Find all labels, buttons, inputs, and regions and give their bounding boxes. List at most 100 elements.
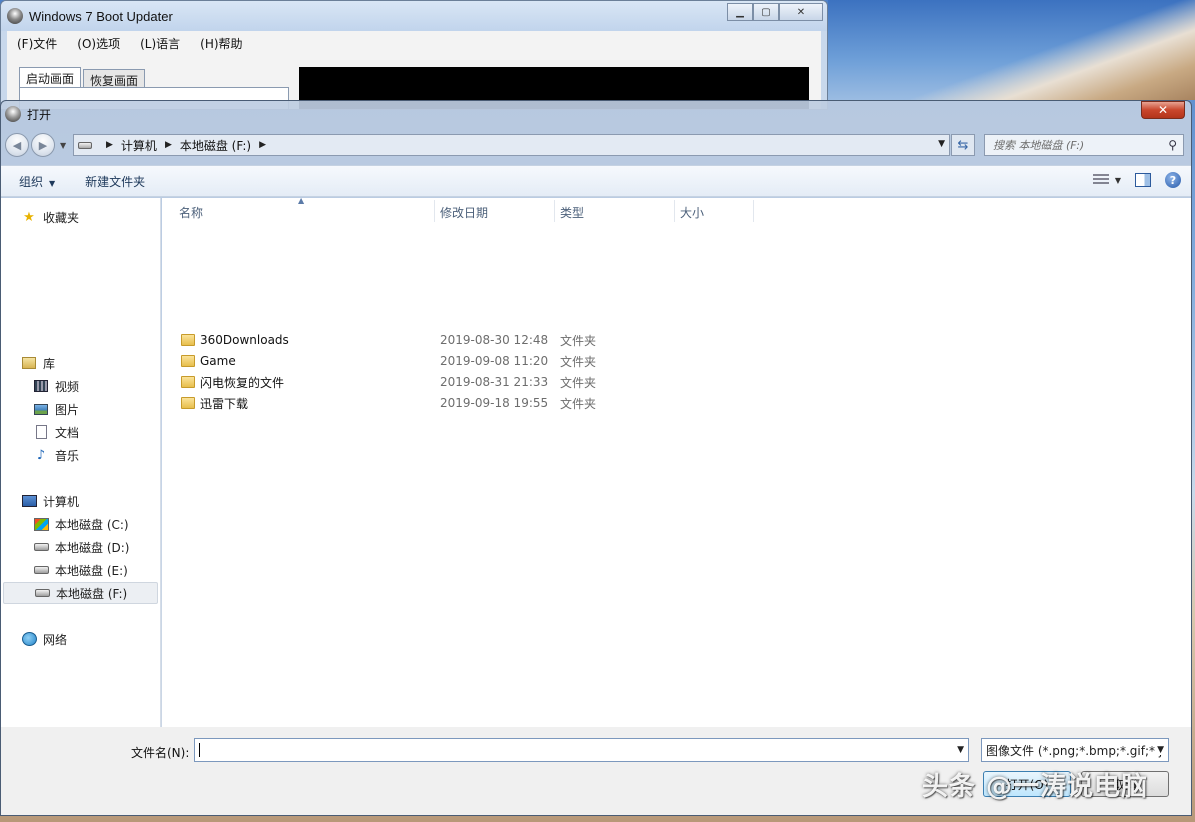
- close-button[interactable]: ✕: [779, 3, 823, 21]
- minimize-button[interactable]: ▁: [727, 3, 753, 21]
- nav-drive-f-label: 本地磁盘 (F:): [56, 586, 128, 601]
- breadcrumb-drive-f[interactable]: 本地磁盘 (F:): [180, 137, 251, 154]
- document-icon: [33, 424, 49, 440]
- nav-pictures[interactable]: 图片: [33, 399, 79, 419]
- nav-network-label: 网络: [43, 632, 68, 647]
- column-name[interactable]: 名称: [179, 204, 203, 221]
- breadcrumb-computer[interactable]: 计算机: [121, 137, 157, 154]
- forward-button[interactable]: ▶: [31, 133, 55, 157]
- file-type: 文件夹: [560, 354, 597, 369]
- nav-documents[interactable]: 文档: [33, 422, 79, 442]
- back-button[interactable]: ◀: [5, 133, 29, 157]
- app-icon: [7, 8, 23, 24]
- file-list: 名称 ▲ 修改日期 类型 大小 360Downloads 2019-08-30 …: [162, 196, 1191, 727]
- nav-drive-f[interactable]: 本地磁盘 (F:): [3, 582, 158, 604]
- nav-computer[interactable]: 计算机: [21, 491, 79, 511]
- column-separator[interactable]: [674, 200, 675, 222]
- address-dropdown[interactable]: ▼: [938, 139, 945, 149]
- nav-libraries[interactable]: 库: [21, 353, 55, 373]
- column-type[interactable]: 类型: [560, 204, 584, 221]
- preview-pane-icon[interactable]: [1135, 173, 1151, 187]
- column-header: 名称 ▲ 修改日期 类型 大小: [162, 196, 1191, 224]
- chevron-down-icon[interactable]: ▼: [957, 745, 964, 755]
- menu-options[interactable]: (O)选项: [77, 35, 120, 52]
- dialog-title: 打开: [27, 107, 52, 122]
- help-icon[interactable]: ?: [1165, 172, 1181, 188]
- search-input[interactable]: 搜索 本地磁盘 (F:) ⚲: [984, 134, 1184, 156]
- file-date: 2019-08-30 12:48: [440, 333, 549, 347]
- breadcrumb-separator[interactable]: ▶: [259, 140, 266, 150]
- file-type-filter-value: 图像文件 (*.png;*.bmp;*.gif;*.j: [986, 743, 1163, 758]
- dialog-titlebar[interactable]: 打开: [1, 101, 1191, 127]
- file-date: 2019-09-18 19:55: [440, 396, 549, 410]
- nav-network[interactable]: 网络: [21, 629, 67, 649]
- star-icon: ★: [23, 209, 35, 225]
- bg-app-title: Windows 7 Boot Updater: [29, 8, 173, 24]
- nav-pictures-label: 图片: [55, 402, 80, 417]
- file-type-filter[interactable]: 图像文件 (*.png;*.bmp;*.gif;*.j ▼: [981, 738, 1169, 762]
- folder-icon: [181, 397, 195, 409]
- nav-drive-e-label: 本地磁盘 (E:): [55, 563, 128, 578]
- nav-favorites[interactable]: ★ 收藏夹: [21, 207, 79, 227]
- drive-icon: [33, 539, 49, 555]
- chevron-down-icon[interactable]: ▼: [1155, 745, 1164, 755]
- maximize-button[interactable]: ▢: [753, 3, 779, 21]
- search-icon[interactable]: ⚲: [1168, 138, 1177, 152]
- nav-music[interactable]: ♪ 音乐: [33, 445, 79, 465]
- toolbar-right: ▼ ?: [1092, 172, 1181, 188]
- bg-app-titlebar[interactable]: Windows 7 Boot Updater: [1, 1, 827, 31]
- file-name: 360Downloads: [200, 333, 289, 347]
- video-icon: [33, 378, 49, 394]
- column-date[interactable]: 修改日期: [440, 204, 488, 221]
- watermark: 头条 @一涛说电脑: [922, 772, 1149, 802]
- change-view-icon[interactable]: [1092, 174, 1109, 186]
- nav-videos[interactable]: 视频: [33, 376, 79, 396]
- arrow-left-icon: ◀: [12, 138, 22, 152]
- file-name: Game: [200, 354, 236, 368]
- search-placeholder: 搜索 本地磁盘 (F:): [993, 139, 1085, 152]
- file-name-input[interactable]: ▼: [194, 738, 969, 762]
- dialog-app-icon: [5, 106, 21, 122]
- column-separator[interactable]: [434, 200, 435, 222]
- system-drive-icon: [33, 516, 49, 532]
- menu-language[interactable]: (L)语言: [140, 35, 180, 52]
- network-icon: [21, 631, 37, 647]
- menu-file[interactable]: (F)文件: [17, 35, 57, 52]
- text-cursor: [199, 743, 200, 757]
- file-row[interactable]: 迅雷下载 2019-09-18 19:55 文件夹: [162, 393, 1191, 413]
- file-row[interactable]: Game 2019-09-08 11:20 文件夹: [162, 351, 1191, 371]
- organize-button[interactable]: 组织 ▼: [19, 173, 55, 190]
- navigation-pane: ★ 收藏夹 库 视频 图片 文档 ♪ 音乐 计算机 本地磁盘 (C:) 本地磁盘…: [1, 198, 161, 727]
- nav-drive-c[interactable]: 本地磁盘 (C:): [33, 514, 129, 534]
- chevron-down-icon: ▼: [49, 178, 56, 188]
- recent-locations-dropdown[interactable]: ▼: [60, 141, 66, 150]
- column-size[interactable]: 大小: [680, 204, 704, 221]
- bg-caption-buttons: ▁ ▢ ✕: [727, 3, 823, 21]
- library-icon: [21, 355, 37, 371]
- sort-ascending-icon: ▲: [298, 196, 305, 205]
- toolbar: 组织 ▼ 新建文件夹 ▼ ?: [1, 165, 1191, 197]
- open-dialog: 打开 ✕ ◀ ▶ ▼ ▶ 计算机 ▶ 本地磁盘 (F:) ▶ ▼ ⇆ 搜索 本地…: [0, 100, 1192, 816]
- file-row[interactable]: 360Downloads 2019-08-30 12:48 文件夹: [162, 330, 1191, 350]
- nav-drive-e[interactable]: 本地磁盘 (E:): [33, 560, 128, 580]
- bg-app-window: Windows 7 Boot Updater ▁ ▢ ✕ (F)文件 (O)选项…: [0, 0, 828, 110]
- column-separator[interactable]: [554, 200, 555, 222]
- breadcrumb-separator[interactable]: ▶: [165, 140, 172, 150]
- breadcrumb-separator[interactable]: ▶: [106, 140, 113, 150]
- folder-icon: [181, 376, 195, 388]
- new-folder-button[interactable]: 新建文件夹: [85, 173, 145, 190]
- refresh-button[interactable]: ⇆: [951, 134, 975, 156]
- nav-computer-label: 计算机: [43, 494, 80, 509]
- address-bar[interactable]: ▶ 计算机 ▶ 本地磁盘 (F:) ▶ ▼: [73, 134, 950, 156]
- menu-help[interactable]: (H)帮助: [200, 35, 242, 52]
- organize-label: 组织: [19, 174, 44, 189]
- refresh-icon: ⇆: [957, 137, 969, 153]
- desktop-background: [828, 0, 1195, 100]
- column-separator[interactable]: [753, 200, 754, 222]
- arrow-right-icon: ▶: [38, 138, 48, 152]
- file-row[interactable]: 闪电恢复的文件 2019-08-31 21:33 文件夹: [162, 372, 1191, 392]
- dialog-close-button[interactable]: ✕: [1141, 101, 1185, 119]
- chevron-down-icon[interactable]: ▼: [1115, 176, 1121, 185]
- nav-drive-d[interactable]: 本地磁盘 (D:): [33, 537, 129, 557]
- folder-icon: [181, 334, 195, 346]
